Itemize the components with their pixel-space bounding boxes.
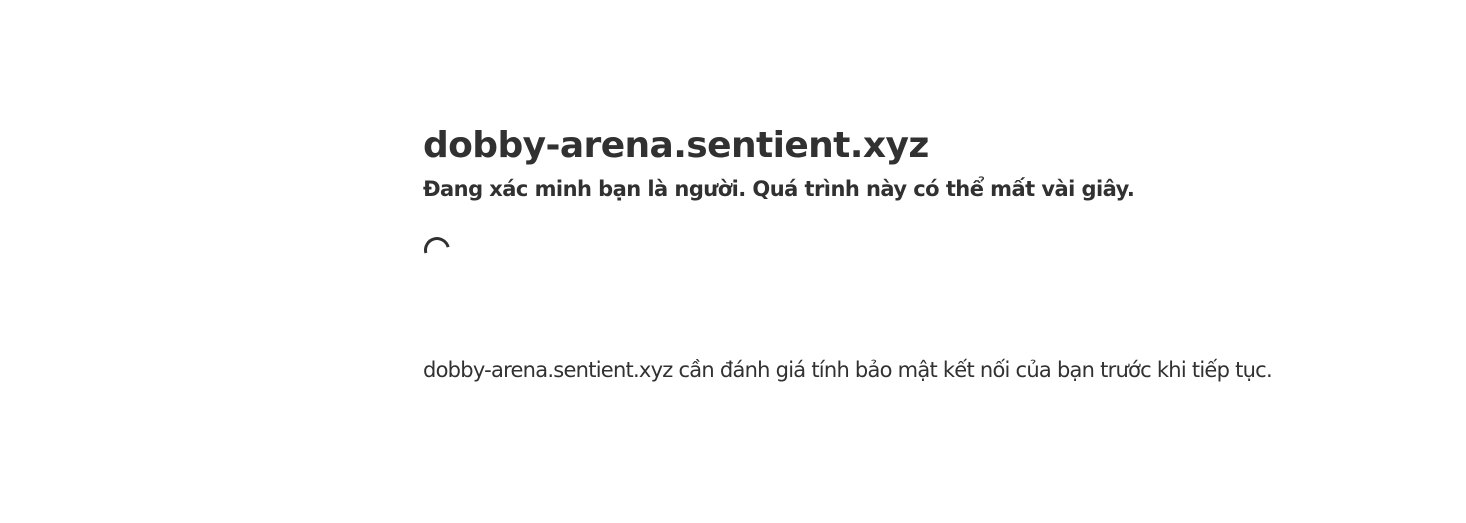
loading-spinner-icon [419, 232, 455, 268]
loading-spinner [419, 232, 455, 268]
security-message: dobby-arena.sentient.xyz cần đánh giá tí… [423, 358, 1273, 382]
site-title: dobby-arena.sentient.xyz [423, 125, 929, 166]
challenge-container: dobby-arena.sentient.xyz Đang xác minh b… [419, 122, 1423, 382]
verifying-message: Đang xác minh bạn là người. Quá trình nà… [423, 177, 1135, 201]
